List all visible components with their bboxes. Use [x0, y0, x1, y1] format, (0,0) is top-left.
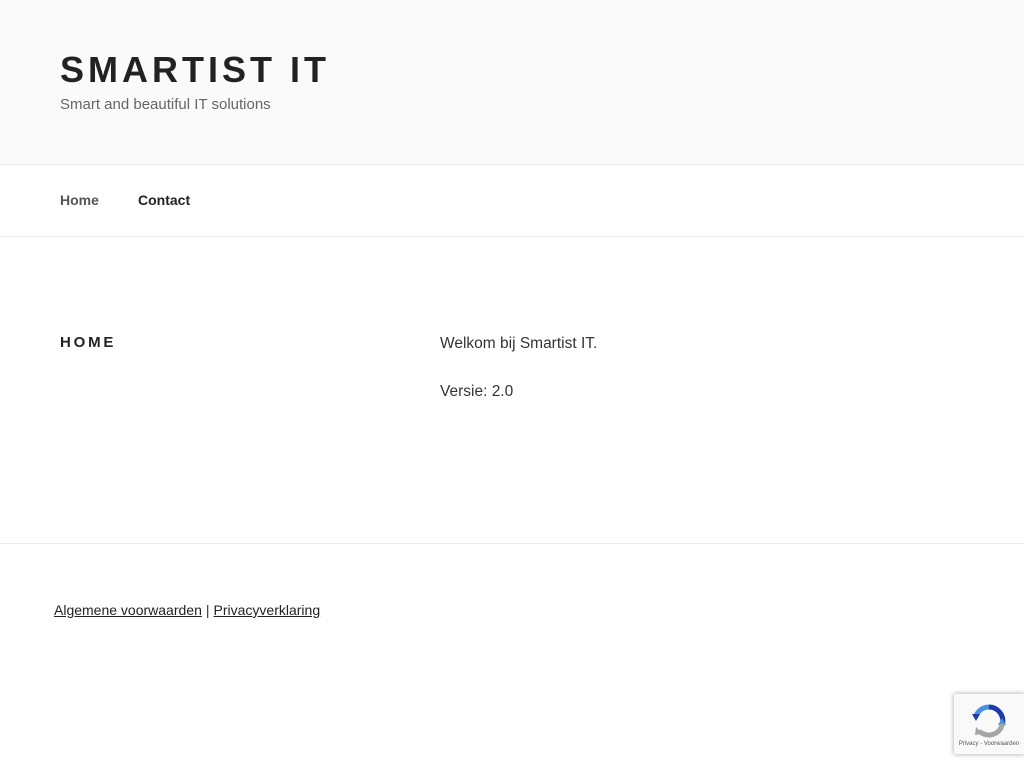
- footer-links: Algemene voorwaarden | Privacyverklaring: [54, 601, 320, 619]
- footer-divider: [0, 543, 1024, 544]
- recaptcha-links: Privacy - Voorwaarden: [954, 740, 1024, 748]
- footer-separator: |: [205, 602, 210, 618]
- site-tagline: Smart and beautiful IT solutions: [60, 96, 271, 113]
- main-navigation: Home Contact: [0, 165, 1024, 237]
- version-text: Versie: 2.0: [440, 383, 514, 400]
- recaptcha-logo-icon: [972, 704, 1006, 738]
- privacy-link[interactable]: Privacyverklaring: [214, 602, 321, 618]
- recaptcha-privacy-link[interactable]: Privacy: [959, 741, 979, 747]
- page-title: HOME: [60, 334, 117, 351]
- nav-item-home[interactable]: Home: [60, 190, 99, 210]
- page: SMARTIST IT Smart and beautiful IT solut…: [0, 0, 1024, 768]
- nav-item-contact[interactable]: Contact: [138, 190, 190, 210]
- entry-content: Welkom bij Smartist IT. Versie: 2.0: [440, 334, 960, 430]
- welcome-text: Welkom bij Smartist IT.: [440, 335, 598, 352]
- recaptcha-terms-link[interactable]: Voorwaarden: [984, 741, 1019, 747]
- site-title[interactable]: SMARTIST IT: [60, 46, 330, 94]
- site-header: SMARTIST IT Smart and beautiful IT solut…: [0, 0, 1024, 165]
- terms-link[interactable]: Algemene voorwaarden: [54, 602, 202, 618]
- recaptcha-badge[interactable]: Privacy - Voorwaarden: [954, 694, 1024, 754]
